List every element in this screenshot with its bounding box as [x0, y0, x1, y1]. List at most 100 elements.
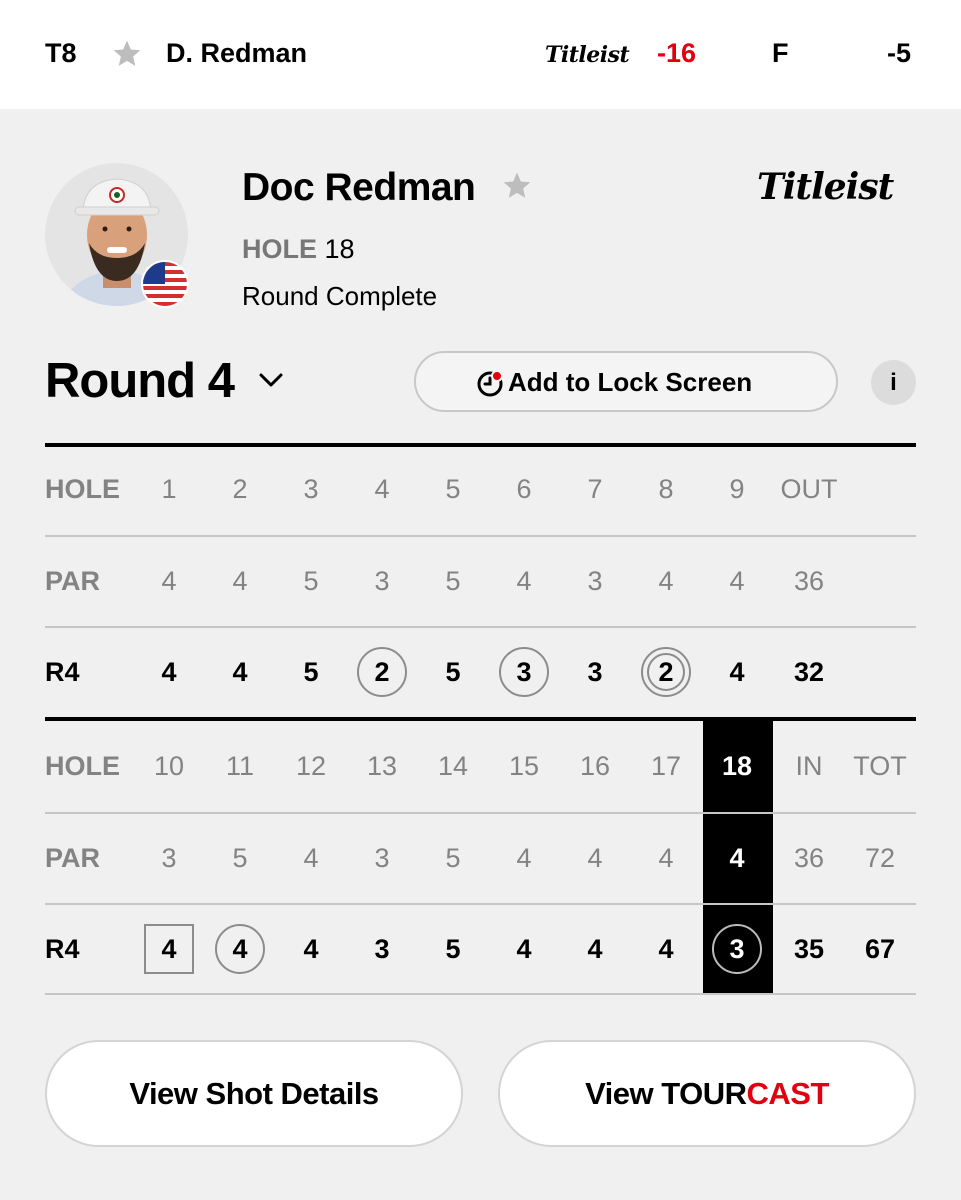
par-cell: 3 — [347, 838, 417, 878]
cell-value: 3 — [516, 657, 532, 687]
cell-value: 36 — [793, 843, 825, 873]
player-favorite-star-icon[interactable] — [501, 170, 533, 207]
cell-value: 4 — [303, 934, 319, 964]
row-label: R4 — [45, 934, 80, 964]
titleist-logo-small: Titleist — [545, 42, 630, 68]
par-cell: 5 — [418, 838, 488, 878]
par-cell: 4 — [702, 561, 772, 601]
cell-value: 5 — [232, 843, 248, 873]
current-hole-label: HOLE — [242, 234, 318, 264]
score-cell: 32 — [774, 652, 844, 692]
chevron-down-icon[interactable] — [258, 370, 284, 395]
cell-value: 4 — [658, 934, 674, 964]
score-cell: 2 — [631, 647, 701, 697]
scorecard-mid-rule — [45, 717, 916, 721]
row-label: PAR — [45, 843, 101, 873]
view-tourcast-button[interactable]: View TOURCAST — [498, 1040, 916, 1147]
cell-value: 2 — [374, 657, 390, 687]
row-divider — [45, 993, 916, 995]
par-cell: 4 — [702, 838, 772, 878]
cell-value: 4 — [658, 843, 674, 873]
score-cell: 67 — [845, 929, 915, 969]
cell-value: 15 — [508, 751, 540, 781]
cell-value: 13 — [366, 751, 398, 781]
par-cell: 4 — [560, 838, 630, 878]
tourcast-prefix: View — [585, 1076, 662, 1111]
par-cell: 4 — [489, 838, 559, 878]
par-cell: 4 — [631, 561, 701, 601]
par-cell: 72 — [845, 838, 915, 878]
thru-status: F — [772, 38, 789, 68]
cell-value: 35 — [793, 934, 825, 964]
cell-value: 67 — [864, 934, 896, 964]
hole-number-cell: 2 — [205, 469, 275, 509]
cell-value: 4 — [232, 934, 248, 964]
cell-value: 18 — [721, 751, 753, 781]
total-to-par: -16 — [657, 38, 697, 68]
hole-number-cell: 7 — [560, 469, 630, 509]
hole-number-cell: 11 — [205, 746, 275, 786]
par-cell: 3 — [134, 838, 204, 878]
score-cell: 5 — [418, 652, 488, 692]
cell-value: 4 — [232, 566, 248, 596]
front-par-row: PAR 4 4 5 3 5 4 3 4 4 36 — [45, 561, 916, 601]
cell-value: 16 — [579, 751, 611, 781]
cell-value: 3 — [587, 566, 603, 596]
scorecard-top-rule — [45, 443, 916, 447]
leaderboard-player-name: D. Redman — [166, 38, 308, 68]
cell-value: 3 — [161, 843, 177, 873]
current-hole: HOLE 18 — [242, 233, 355, 265]
par-cell: 5 — [418, 561, 488, 601]
hole-number-cell: 3 — [276, 469, 346, 509]
score-cell: 3 — [489, 647, 559, 697]
cell-value: 4 — [516, 934, 532, 964]
cell-value: 32 — [793, 657, 825, 687]
hole-number-cell: 15 — [489, 746, 559, 786]
leaderboard-position: T8 — [45, 38, 77, 68]
favorite-star-icon[interactable] — [111, 38, 143, 77]
cell-value: 4 — [516, 566, 532, 596]
hole-number-cell: 17 — [631, 746, 701, 786]
cell-value: 12 — [295, 751, 327, 781]
score-cell: 3 — [347, 929, 417, 969]
cell-value: 5 — [445, 566, 461, 596]
cell-value: 72 — [864, 843, 896, 873]
score-cell: 3 — [702, 924, 772, 974]
cell-value: 4 — [587, 843, 603, 873]
par-cell: 36 — [774, 838, 844, 878]
current-hole-value: 18 — [324, 234, 355, 264]
row-label: HOLE — [45, 474, 121, 504]
player-name: Doc Redman — [242, 166, 476, 209]
today-score: -5 — [887, 38, 912, 68]
cell-value: 4 — [658, 566, 674, 596]
cell-value: 9 — [729, 474, 745, 504]
leaderboard-row[interactable]: T8 D. Redman Titleist -16 F -5 — [0, 0, 961, 109]
cell-value: 3 — [374, 843, 390, 873]
score-cell: 4 — [489, 929, 559, 969]
us-flag-icon — [141, 260, 189, 308]
score-cell: 3 — [560, 652, 630, 692]
add-to-lock-screen-button[interactable]: Add to Lock Screen — [414, 351, 838, 412]
cell-value: 1 — [161, 474, 177, 504]
score-cell: 5 — [276, 652, 346, 692]
back-hole-row: HOLE 10 11 12 13 14 15 16 17 18 IN TOT — [45, 746, 916, 786]
cell-value: TOT — [853, 751, 907, 781]
cell-value: 14 — [437, 751, 469, 781]
row-label: PAR — [45, 566, 101, 596]
cell-value: 3 — [374, 566, 390, 596]
info-icon[interactable]: i — [871, 360, 916, 405]
view-shot-details-button[interactable]: View Shot Details — [45, 1040, 463, 1147]
score-cell: 4 — [134, 924, 204, 974]
par-cell: 4 — [489, 561, 559, 601]
score-cell: 2 — [347, 647, 417, 697]
par-cell: 3 — [347, 561, 417, 601]
cell-value: 4 — [729, 566, 745, 596]
front-hole-row: HOLE 1 2 3 4 5 6 7 8 9 OUT — [45, 469, 916, 509]
hole-number-cell: 12 — [276, 746, 346, 786]
back-score-row: R4 4 4 4 3 5 4 4 4 3 35 67 — [45, 924, 916, 974]
row-divider — [45, 812, 916, 814]
par-cell: 4 — [276, 838, 346, 878]
round-selector[interactable]: Round 4 — [45, 352, 235, 410]
live-activity-icon — [476, 369, 504, 402]
round-status: Round Complete — [242, 281, 438, 311]
